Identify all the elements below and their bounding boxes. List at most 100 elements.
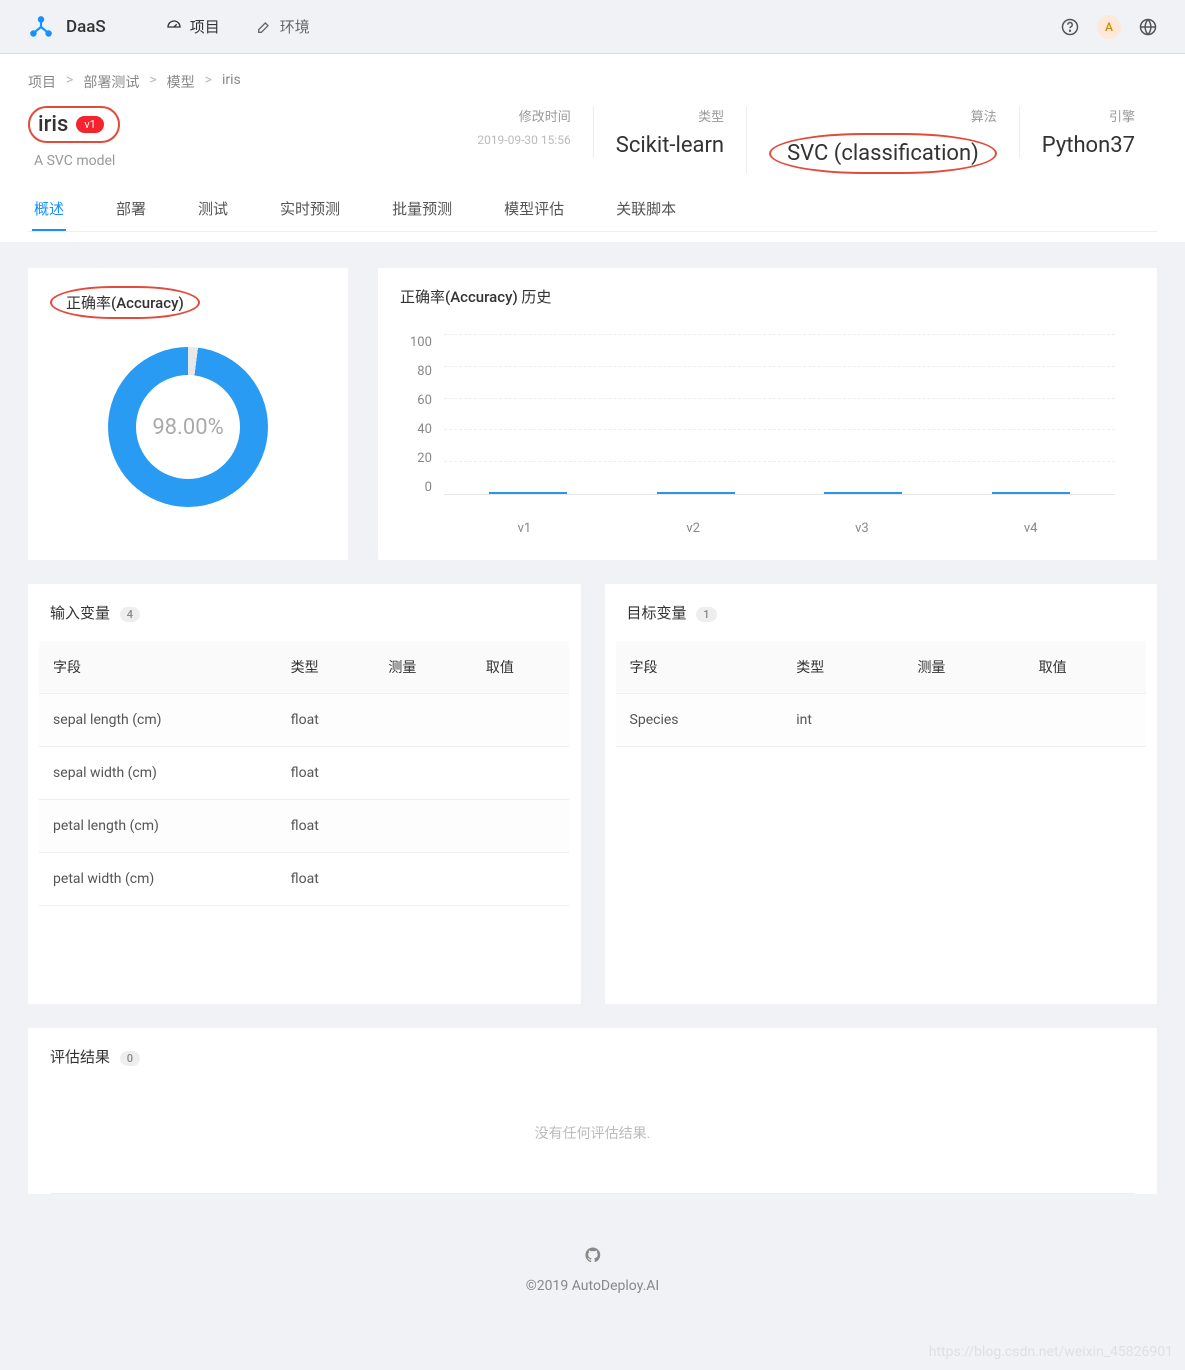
cell-value	[472, 747, 570, 800]
chart-yaxis: 100806040200	[410, 335, 444, 495]
breadcrumb-sep: >	[205, 72, 212, 92]
breadcrumb-item[interactable]: 模型	[167, 72, 195, 92]
globe-icon[interactable]	[1139, 18, 1157, 36]
chart-bar[interactable]	[991, 492, 1071, 494]
model-subtitle: A SVC model	[34, 153, 120, 169]
table-row[interactable]: petal width (cm)float	[39, 853, 569, 906]
topbar-right: A	[1061, 15, 1157, 39]
tab-scripts[interactable]: 关联脚本	[614, 188, 678, 231]
chart-xlabel: v3	[822, 521, 902, 536]
nav-env[interactable]: 环境	[256, 16, 310, 37]
breadcrumb-item[interactable]: 项目	[28, 72, 56, 92]
col-type: 类型	[782, 641, 903, 694]
chart-bars	[444, 335, 1115, 494]
cell-field: petal width (cm)	[39, 853, 277, 906]
meta-type: 类型 Scikit-learn	[593, 106, 746, 158]
model-name-highlight: iris v1	[28, 106, 120, 143]
chart-xlabel: v2	[653, 521, 733, 536]
accuracy-title-highlight: 正确率(Accuracy)	[50, 286, 200, 319]
chart-xaxis: v1v2v3v4	[400, 521, 1135, 536]
cell-field: petal length (cm)	[39, 800, 277, 853]
cell-type: float	[277, 800, 375, 853]
cell-value	[472, 694, 570, 747]
target-vars-table: 字段 类型 测量 取值 Speciesint	[616, 641, 1146, 747]
card-body: 100806040200 v1v2v3v4	[378, 325, 1157, 560]
chart-bar[interactable]	[488, 492, 568, 494]
table-row[interactable]: petal length (cm)float	[39, 800, 569, 853]
col-type: 类型	[277, 641, 375, 694]
breadcrumb-item[interactable]: 部署测试	[83, 72, 139, 92]
breadcrumb-sep: >	[149, 72, 156, 92]
table-row[interactable]: sepal length (cm)float	[39, 694, 569, 747]
table-row[interactable]: sepal width (cm)float	[39, 747, 569, 800]
chart-bar[interactable]	[823, 492, 903, 494]
cell-value	[1025, 694, 1146, 747]
eval-title: 评估结果	[50, 1048, 110, 1066]
chart-plot	[444, 335, 1115, 495]
tab-batch[interactable]: 批量预测	[390, 188, 454, 231]
target-vars-title: 目标变量	[627, 604, 687, 622]
input-vars-title: 输入变量	[50, 604, 110, 622]
meta-value: Python37	[1042, 133, 1135, 158]
chart-bar[interactable]	[656, 492, 736, 494]
breadcrumb-item: iris	[222, 72, 241, 92]
history-card: 正确率(Accuracy) 历史 100806040200 v1v2v3v4	[378, 268, 1157, 560]
cell-type: float	[277, 853, 375, 906]
chart-xlabel: v1	[484, 521, 564, 536]
tab-deploy[interactable]: 部署	[114, 188, 148, 231]
row-variables: 输入变量 4 字段 类型 测量 取值 sepal length (cm)floa…	[28, 584, 1157, 1004]
meta-value: SVC (classification)	[769, 133, 997, 174]
avatar[interactable]: A	[1097, 15, 1121, 39]
cell-measure	[374, 853, 472, 906]
footer-copyright: ©2019 AutoDeploy.AI	[0, 1278, 1185, 1294]
help-icon[interactable]	[1061, 18, 1079, 36]
card-header: 输入变量 4	[28, 584, 581, 641]
meta-label: 引擎	[1042, 106, 1135, 125]
tab-test[interactable]: 测试	[196, 188, 230, 231]
avatar-initial: A	[1105, 20, 1113, 34]
nav-project-label: 项目	[190, 16, 220, 37]
input-vars-table: 字段 类型 测量 取值 sepal length (cm)floatsepal …	[39, 641, 569, 906]
eval-count: 0	[120, 1051, 140, 1066]
meta: 修改时间 2019-09-30 15:56 类型 Scikit-learn 算法…	[455, 106, 1157, 174]
table-row[interactable]: Speciesint	[616, 694, 1146, 747]
card-header: 正确率(Accuracy) 历史	[378, 268, 1157, 325]
accuracy-donut: 98.00%	[108, 347, 268, 507]
meta-label: 类型	[616, 106, 724, 125]
card-header: 评估结果 0	[28, 1028, 1157, 1085]
github-icon[interactable]	[584, 1246, 602, 1264]
eval-empty: 没有任何评估结果.	[50, 1085, 1135, 1194]
cell-measure	[374, 747, 472, 800]
nav-env-label: 环境	[280, 16, 310, 37]
cell-value	[472, 853, 570, 906]
meta-value: 2019-09-30 15:56	[477, 133, 570, 147]
meta-value: Scikit-learn	[616, 133, 724, 158]
tab-overview[interactable]: 概述	[32, 188, 66, 231]
tab-realtime[interactable]: 实时预测	[278, 188, 342, 231]
dashboard-icon	[166, 19, 182, 35]
tab-eval[interactable]: 模型评估	[502, 188, 566, 231]
breadcrumb-sep: >	[66, 72, 73, 92]
cell-field: sepal width (cm)	[39, 747, 277, 800]
eval-card: 评估结果 0 没有任何评估结果.	[28, 1028, 1157, 1194]
cell-type: int	[782, 694, 903, 747]
meta-engine: 引擎 Python37	[1019, 106, 1157, 158]
model-name: iris	[38, 112, 68, 137]
cell-type: float	[277, 747, 375, 800]
col-measure: 测量	[374, 641, 472, 694]
title-block: iris v1 A SVC model	[28, 106, 120, 169]
watermark: https://blog.csdn.net/weixin_45826901	[929, 1344, 1173, 1360]
col-field: 字段	[39, 641, 277, 694]
card-header: 正确率(Accuracy)	[28, 268, 348, 337]
brand[interactable]: DaaS	[28, 14, 106, 40]
card-header: 目标变量 1	[605, 584, 1158, 641]
col-field: 字段	[616, 641, 783, 694]
nav-project[interactable]: 项目	[166, 16, 220, 37]
cell-measure	[903, 694, 1024, 747]
cards-wrap: 正确率(Accuracy) 98.00% 正确率(Accuracy) 历史 10…	[0, 242, 1185, 1220]
cell-type: float	[277, 694, 375, 747]
footer: ©2019 AutoDeploy.AI	[0, 1220, 1185, 1328]
content-header: 项目 > 部署测试 > 模型 > iris iris v1 A SVC mode…	[0, 54, 1185, 242]
cell-measure	[374, 800, 472, 853]
meta-algo: 算法 SVC (classification)	[746, 106, 1019, 174]
